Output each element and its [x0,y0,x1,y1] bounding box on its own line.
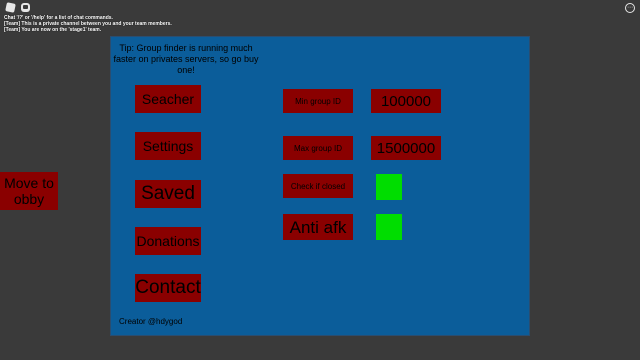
min-group-id-input[interactable]: 100000 [371,89,441,113]
tip-text: Tip: Group finder is running much faster… [113,43,259,75]
chat-log: Chat '/?' or '/help' for a list of chat … [4,15,172,33]
saved-button[interactable]: Saved [135,180,201,208]
seacher-button[interactable]: Seacher [135,85,201,113]
move-to-obby-button[interactable]: Move to obby [0,172,58,210]
creator-credit: Creator @hdygod [119,317,183,326]
roblox-icon[interactable] [5,2,16,13]
anti-afk-label: Anti afk [283,214,353,240]
group-finder-panel: Tip: Group finder is running much faster… [110,36,530,336]
chat-icon[interactable] [21,3,30,12]
anti-afk-toggle[interactable] [376,214,402,240]
contact-button[interactable]: Contact [135,274,201,302]
menu-icon[interactable]: ⋯ [625,3,635,13]
max-group-id-input[interactable]: 1500000 [371,136,441,160]
chat-line: [Team] You are now on the 'stage1' team. [4,27,102,33]
check-if-closed-toggle[interactable] [376,174,402,200]
donations-button[interactable]: Donations [135,227,201,255]
min-group-id-label: Min group ID [283,89,353,113]
max-group-id-label: Max group ID [283,136,353,160]
settings-button[interactable]: Settings [135,132,201,160]
check-if-closed-label: Check if closed [283,174,353,198]
